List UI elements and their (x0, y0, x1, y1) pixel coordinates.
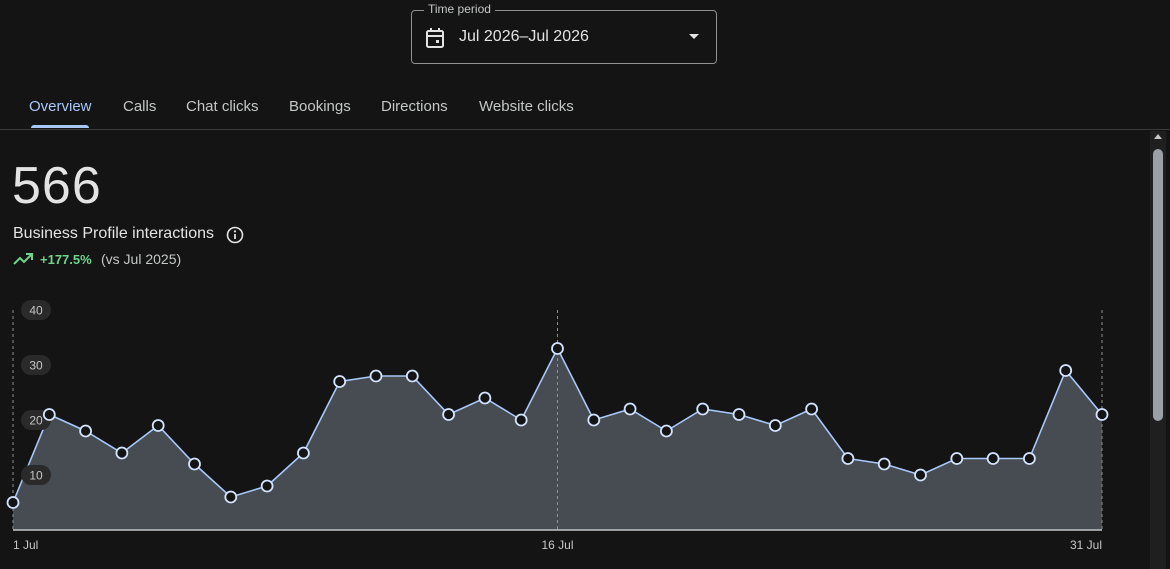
insights-page: Time period Jul 2026–Jul 2026 Overview C… (0, 0, 1170, 569)
tab-bookings[interactable]: Bookings (289, 98, 351, 115)
data-point (768, 419, 782, 432)
tab-chat-clicks[interactable]: Chat clicks (186, 98, 259, 115)
data-point (696, 402, 710, 416)
tab-website-clicks[interactable]: Website clicks (479, 98, 574, 115)
data-point (333, 375, 347, 388)
data-point (732, 408, 746, 421)
tab-directions[interactable]: Directions (381, 98, 448, 115)
data-point (442, 408, 456, 421)
data-point (914, 468, 927, 482)
data-point (369, 369, 383, 383)
data-point (1023, 452, 1036, 465)
info-icon[interactable] (226, 226, 244, 244)
interactions-chart: 10 20 30 40 1 Jul 16 Jul 31 Jul (6, 300, 1109, 552)
data-point (188, 457, 201, 471)
y-tick-label: 10 (29, 469, 43, 483)
y-tick-label: 30 (29, 359, 43, 373)
tab-calls[interactable]: Calls (123, 98, 156, 115)
comparison-period: (vs Jul 2025) (101, 251, 182, 267)
data-point (660, 424, 673, 438)
scrollbar[interactable] (1150, 131, 1166, 569)
data-point (6, 496, 20, 509)
time-period-select[interactable]: Time period Jul 2026–Jul 2026 (411, 2, 717, 64)
data-point (224, 490, 238, 504)
interactions-total: 566 (12, 157, 102, 215)
data-point (877, 457, 891, 471)
data-point (151, 419, 165, 432)
data-point (514, 413, 528, 427)
scrollbar-thumb[interactable] (1153, 149, 1163, 421)
data-point (1059, 364, 1073, 377)
data-point (805, 402, 818, 416)
data-point (260, 479, 274, 493)
trending-up-icon (13, 253, 33, 265)
y-tick-label: 20 (29, 414, 43, 428)
data-point (296, 446, 310, 460)
scroll-up-arrow-icon[interactable] (1154, 134, 1162, 139)
metric-tabs: Overview Calls Chat clicks Bookings Dire… (0, 88, 1170, 130)
data-point (1095, 408, 1109, 421)
data-point (478, 391, 492, 405)
data-point (42, 408, 56, 421)
change-percentage: +177.5% (40, 252, 92, 267)
time-period-value: Jul 2026–Jul 2026 (459, 28, 589, 45)
active-tab-indicator (31, 125, 89, 128)
x-tick-label: 1 Jul (13, 538, 38, 552)
tab-overview[interactable]: Overview (29, 98, 92, 115)
data-point (587, 413, 601, 427)
arrow-drop-down-icon[interactable] (688, 33, 700, 41)
data-point (551, 342, 564, 355)
data-point (986, 452, 1000, 465)
data-point (841, 452, 855, 465)
data-point (623, 402, 637, 416)
data-point (115, 446, 129, 460)
x-tick-label: 31 Jul (1070, 538, 1102, 552)
x-tick-label: 16 Jul (541, 538, 573, 552)
y-tick-label: 40 (29, 304, 43, 318)
time-period-label: Time period (424, 2, 495, 16)
metric-label: Business Profile interactions (13, 225, 214, 242)
data-point (405, 369, 419, 383)
data-point (950, 452, 964, 465)
calendar-icon (426, 28, 444, 48)
data-point (79, 424, 92, 438)
